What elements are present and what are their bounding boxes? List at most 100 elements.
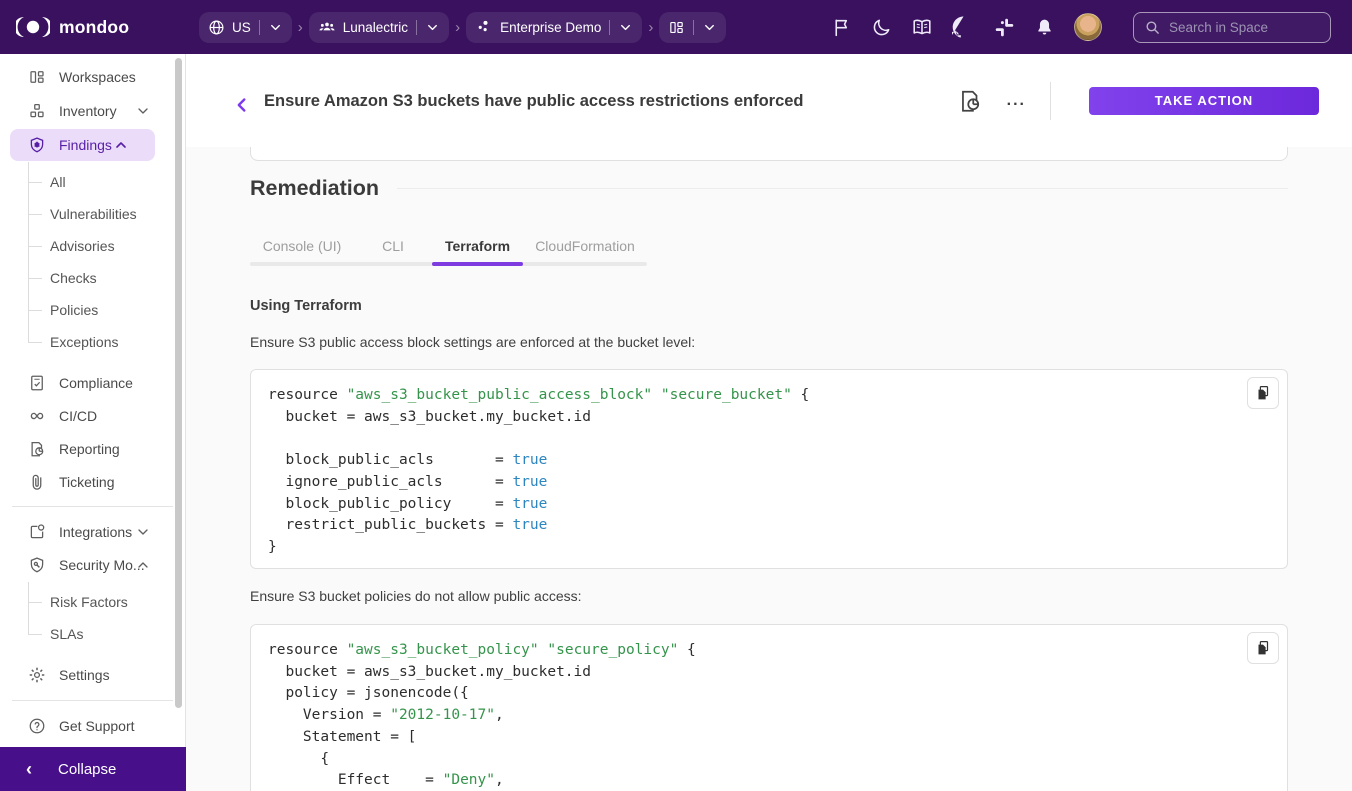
chip-divider [609,20,610,35]
sidebar-item-risk-factors[interactable]: Risk Factors [0,586,185,618]
chevron-down-icon[interactable] [702,20,717,35]
chevron-down-icon[interactable] [135,103,151,119]
reporting-icon [28,440,46,458]
sidebar-item-label: Reporting [59,441,120,457]
tab-cli[interactable]: CLI [354,230,432,262]
sidebar-item-advisories[interactable]: Advisories [0,230,185,262]
sidebar-item-exceptions[interactable]: Exceptions [0,326,185,358]
sidebar-item-label: Workspaces [59,69,136,85]
chip-divider [693,20,694,35]
space-selector[interactable]: Enterprise Demo [466,12,642,43]
sidebar-item-workspaces[interactable]: Workspaces [0,60,185,94]
copy-button[interactable] [1247,377,1279,409]
security-subnav: Risk Factors SLAs [0,586,185,650]
code-line: restrict_public_buckets = true [268,515,1270,537]
collapse-label: Collapse [58,761,116,778]
sidebar-item-findings-all[interactable]: All [0,166,185,198]
back-button[interactable] [226,89,258,121]
more-options-button[interactable]: ... [1007,92,1026,110]
workspace-selector[interactable] [659,12,726,43]
sidebar-item-integrations[interactable]: Integrations [0,515,185,548]
globe-icon [208,19,225,36]
copy-icon [1254,384,1272,402]
chevron-down-icon[interactable] [268,20,283,35]
bell-icon [1034,17,1055,38]
sidebar-item-label: Inventory [59,103,117,119]
search-box[interactable] [1133,12,1331,43]
tab-console-ui[interactable]: Console (UI) [250,230,354,262]
sidebar-scrollbar[interactable] [175,58,182,708]
avatar[interactable] [1074,13,1102,41]
section-title: Remediation [250,176,379,201]
code-line: bucket = aws_s3_bucket.my_bucket.id [268,407,1270,429]
chevron-up-icon[interactable] [113,137,129,153]
copy-button[interactable] [1247,632,1279,664]
remediation-paragraph-1: Ensure S3 public access block settings a… [250,334,695,350]
org-selector[interactable]: Lunalectric [309,12,449,43]
sidebar-item-policies[interactable]: Policies [0,294,185,326]
region-selector[interactable]: US [199,12,292,43]
report-button[interactable] [957,88,983,114]
tab-terraform[interactable]: Terraform [432,230,523,262]
sidebar-item-label: Risk Factors [50,594,128,610]
workspaces-grid-icon [668,19,685,36]
theme-toggle-button[interactable] [871,17,892,38]
section-rule [397,188,1288,189]
collapse-button[interactable]: ‹ Collapse [0,747,186,791]
chevron-up-icon[interactable] [135,557,151,573]
sidebar-item-compliance[interactable]: Compliance [0,366,185,399]
tab-cloudformation[interactable]: CloudFormation [523,230,647,262]
integrations-icon [28,523,46,541]
sidebar-item-inventory[interactable]: Inventory [0,94,185,128]
people-icon [318,18,336,36]
sidebar-item-label: Compliance [59,375,133,391]
security-model-shield-icon [28,556,46,574]
code-line: resource "aws_s3_bucket_policy" "secure_… [268,640,1270,662]
help-icon [28,717,46,735]
sidebar-item-findings[interactable]: Findings [10,129,155,161]
sidebar-item-settings[interactable]: Settings [0,658,185,692]
mondoo-logo-icon [16,15,50,39]
breadcrumb: US › Lunalectric › [199,12,726,43]
copy-icon [1254,639,1272,657]
code-block-terraform-bucket-policy: resource "aws_s3_bucket_policy" "secure_… [250,624,1288,791]
space-label: Enterprise Demo [500,20,601,35]
brand[interactable]: mondoo [0,15,199,39]
findings-shield-bug-icon [28,136,46,154]
slack-icon [994,17,1015,38]
search-input[interactable] [1169,20,1309,35]
sidebar-item-get-support[interactable]: Get Support [0,709,185,743]
sidebar-item-vulnerabilities[interactable]: Vulnerabilities [0,198,185,230]
sidebar-item-checks[interactable]: Checks [0,262,185,294]
findings-subnav: All Vulnerabilities Advisories Checks Po… [0,166,185,358]
slack-button[interactable] [994,17,1015,38]
sidebar-item-reporting[interactable]: Reporting [0,432,185,465]
sidebar-item-slas[interactable]: SLAs [0,618,185,650]
flag-button[interactable] [831,17,852,38]
sidebar-item-ticketing[interactable]: Ticketing [0,465,185,498]
code-line: policy = jsonencode({ [268,683,1270,705]
header-divider [1050,82,1051,120]
sidebar-item-label: Policies [50,302,98,318]
top-navbar: mondoo US › [0,0,1352,54]
search-icon [1144,19,1161,36]
report-icon [957,88,983,114]
docs-button[interactable] [911,16,933,38]
chevron-down-icon[interactable] [425,20,440,35]
code-content: resource "aws_s3_bucket_public_access_bl… [251,370,1287,574]
tabs-active-indicator [432,262,523,266]
navbar-actions [831,12,1352,43]
sidebar-item-label: All [50,174,66,190]
notifications-button[interactable] [1034,17,1055,38]
sidebar-item-label: Vulnerabilities [50,206,137,222]
sidebar-item-cicd[interactable]: CI/CD [0,399,185,432]
github-button[interactable] [952,16,975,39]
chevron-down-icon[interactable] [135,524,151,540]
sidebar-item-security-model[interactable]: Security Mo... [0,548,185,581]
code-line: Statement = [ [268,727,1270,749]
take-action-button[interactable]: TAKE ACTION [1089,87,1319,115]
code-line: } [268,537,1270,559]
chevron-down-icon[interactable] [618,20,633,35]
chevron-left-icon [231,94,253,116]
remediation-section-header: Remediation [250,176,1288,201]
